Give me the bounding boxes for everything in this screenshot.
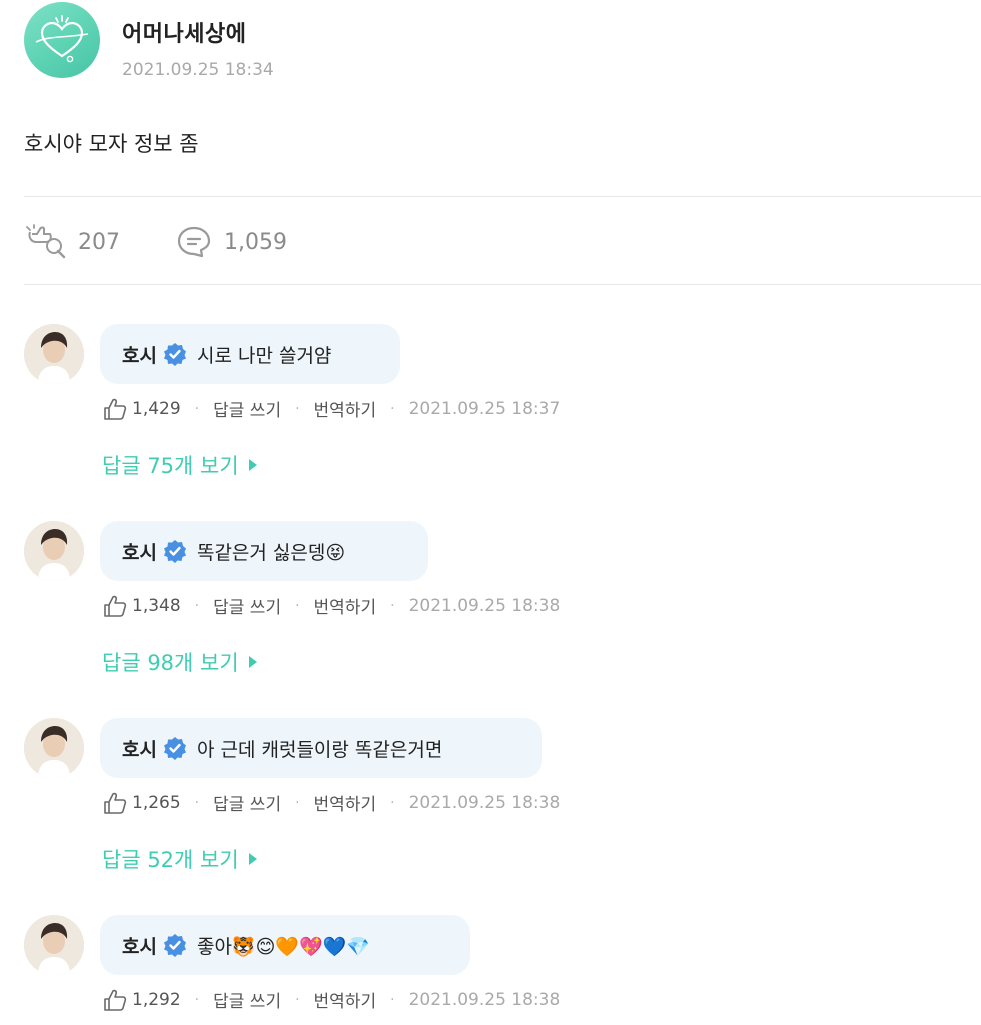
comment-actions: 1,265 · 답글 쓰기 · 번역하기 · 2021.09.25 18:38	[102, 790, 560, 815]
comment-text: 똑같은거 싫은뎅😝	[196, 541, 346, 564]
view-replies-link[interactable]: 답글 98개 보기	[102, 647, 257, 677]
commenter-avatar[interactable]	[24, 718, 84, 778]
speech-bubble-icon	[177, 226, 211, 258]
dot-separator: ·	[194, 400, 200, 417]
like-count: 1,265	[132, 792, 181, 813]
view-replies-label: 답글 98개 보기	[102, 651, 239, 675]
bulb-hand-icon	[26, 224, 66, 259]
comment-bubble: 호시 시로 나만 쓸거얌	[100, 324, 400, 384]
like-count: 1,429	[132, 398, 181, 419]
thumbs-up-icon	[104, 792, 127, 814]
reply-button[interactable]: 답글 쓰기	[213, 790, 281, 815]
commenter-name[interactable]: 호시	[122, 932, 157, 959]
comment-date: 2021.09.25 18:37	[408, 398, 561, 419]
thumbs-up-icon	[104, 398, 127, 420]
reply-button[interactable]: 답글 쓰기	[213, 593, 281, 618]
translate-button[interactable]: 번역하기	[314, 593, 377, 618]
comment-date: 2021.09.25 18:38	[408, 792, 561, 813]
translate-button[interactable]: 번역하기	[314, 396, 377, 421]
post-header: 어머나세상에 2021.09.25 18:34	[24, 2, 274, 80]
verified-badge-icon	[163, 342, 187, 366]
commenter-name[interactable]: 호시	[122, 735, 157, 762]
post-date: 2021.09.25 18:34	[122, 60, 274, 80]
comment-bubble: 호시 똑같은거 싫은뎅😝	[100, 521, 428, 581]
comment-actions: 1,348 · 답글 쓰기 · 번역하기 · 2021.09.25 18:38	[102, 593, 560, 618]
post-stats: 207 1,059	[24, 224, 287, 260]
comment-text: 아 근데 캐럿들이랑 똑같은거면	[196, 738, 443, 761]
view-replies-label: 답글 75개 보기	[102, 454, 239, 478]
dot-separator: ·	[194, 794, 200, 811]
post-author-name[interactable]: 어머나세상에	[122, 16, 274, 48]
reply-button[interactable]: 답글 쓰기	[213, 396, 281, 421]
thumbs-up-icon	[104, 989, 127, 1011]
comment-text: 시로 나만 쓸거얌	[196, 344, 332, 367]
commenter-avatar[interactable]	[24, 324, 84, 384]
comment-actions: 1,292 · 답글 쓰기 · 번역하기 · 2021.09.25 18:38	[102, 987, 560, 1012]
view-replies-label: 답글 52개 보기	[102, 848, 239, 872]
post-author-avatar[interactable]	[24, 2, 100, 78]
triangle-right-icon	[248, 459, 257, 471]
commenter-avatar[interactable]	[24, 521, 84, 581]
like-count: 1,292	[132, 989, 181, 1010]
dot-separator: ·	[390, 400, 395, 417]
like-count: 1,348	[132, 595, 181, 616]
triangle-right-icon	[248, 853, 257, 865]
dot-separator: ·	[390, 597, 395, 614]
view-replies-link[interactable]: 답글 75개 보기	[102, 450, 257, 480]
commenter-name[interactable]: 호시	[122, 538, 157, 565]
reply-button[interactable]: 답글 쓰기	[213, 987, 281, 1012]
comment-bubble: 호시 좋아🐯😊🧡💖💙💎	[100, 915, 470, 975]
comment-bubble: 호시 아 근데 캐럿들이랑 똑같은거면	[100, 718, 542, 778]
like-button[interactable]: 1,292	[102, 988, 181, 1012]
heart-sparkle-logo-icon	[35, 15, 89, 63]
dot-separator: ·	[194, 991, 200, 1008]
triangle-right-icon	[248, 656, 257, 668]
translate-button[interactable]: 번역하기	[314, 987, 377, 1012]
comment-date: 2021.09.25 18:38	[408, 989, 561, 1010]
verified-badge-icon	[163, 539, 187, 563]
thumbs-up-icon	[104, 595, 127, 617]
post-body: 호시야 모자 정보 좀	[24, 132, 199, 156]
dot-separator: ·	[295, 794, 300, 811]
post-comment-count-value: 1,059	[224, 229, 287, 255]
dot-separator: ·	[295, 400, 300, 417]
comment-date: 2021.09.25 18:38	[408, 595, 561, 616]
commenter-avatar[interactable]	[24, 915, 84, 975]
post-like-count[interactable]: 207	[24, 224, 120, 260]
like-button[interactable]: 1,265	[102, 791, 181, 815]
like-button[interactable]: 1,429	[102, 397, 181, 421]
view-replies-link[interactable]: 답글 52개 보기	[102, 844, 257, 874]
post-comment-count[interactable]: 1,059	[176, 225, 287, 259]
verified-badge-icon	[163, 933, 187, 957]
comment-actions: 1,429 · 답글 쓰기 · 번역하기 · 2021.09.25 18:37	[102, 396, 560, 421]
dot-separator: ·	[194, 597, 200, 614]
post-like-count-value: 207	[78, 229, 120, 255]
like-button[interactable]: 1,348	[102, 594, 181, 618]
dot-separator: ·	[390, 991, 395, 1008]
divider	[24, 284, 981, 285]
comment-text: 좋아🐯😊🧡💖💙💎	[196, 935, 371, 958]
dot-separator: ·	[390, 794, 395, 811]
verified-badge-icon	[163, 736, 187, 760]
translate-button[interactable]: 번역하기	[314, 790, 377, 815]
divider	[24, 196, 981, 197]
dot-separator: ·	[295, 597, 300, 614]
dot-separator: ·	[295, 991, 300, 1008]
commenter-name[interactable]: 호시	[122, 341, 157, 368]
